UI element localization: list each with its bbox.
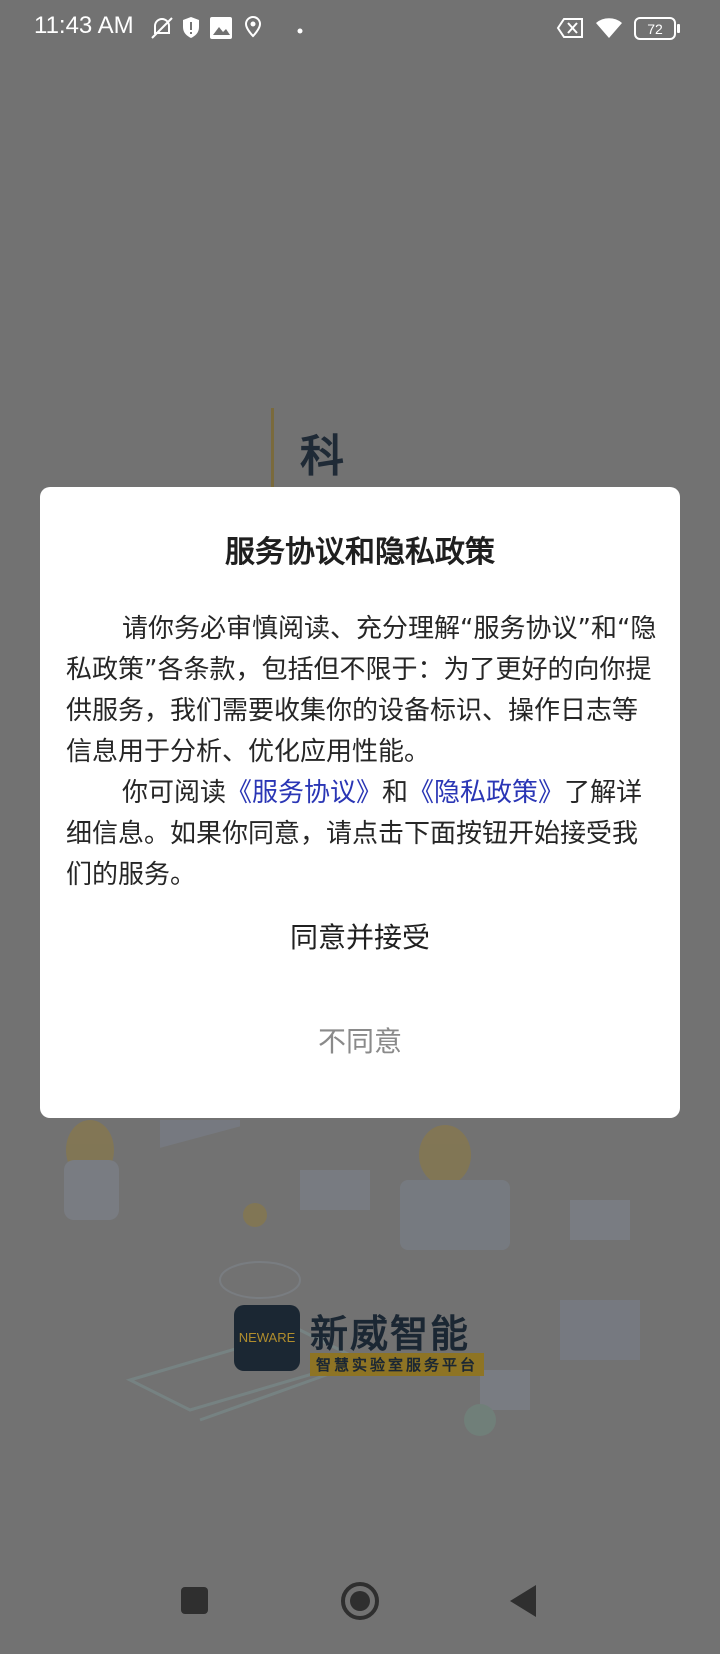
privacy-policy-link[interactable]: 《隐私政策》: [408, 778, 564, 808]
image-icon: [208, 14, 234, 47]
dialog-paragraph-2: 你可阅读《服务协议》和《隐私政策》了解详细信息。如果你同意，请点击下面按钮开始接…: [66, 773, 660, 896]
splash-title-char: 科: [300, 431, 344, 482]
privacy-dialog: 服务协议和隐私政策 请你务必审慎阅读、充分理解“服务协议”和“隐私政策”各条款，…: [40, 487, 680, 1118]
status-bar: 11:43 AM 72: [0, 0, 720, 56]
brand-tagline: 智慧实验室服务平台: [310, 1353, 485, 1376]
navigation-bar: [0, 1560, 720, 1650]
location-icon: [242, 14, 264, 47]
paragraph-2-and: 和: [382, 778, 409, 808]
dot-icon: [296, 22, 304, 40]
sim-off-icon: [556, 14, 586, 47]
home-button[interactable]: [341, 1582, 379, 1620]
shield-icon: [180, 14, 202, 47]
back-button[interactable]: [510, 1585, 536, 1617]
status-time: 11:43 AM: [34, 12, 134, 39]
dialog-paragraph-1: 请你务必审慎阅读、充分理解“服务协议”和“隐私政策”各条款，包括但不限于：为了更…: [66, 614, 657, 767]
dialog-title: 服务协议和隐私政策: [225, 535, 495, 570]
brand-name: 新威智能: [310, 1312, 471, 1356]
splash-divider: [271, 408, 274, 490]
battery-level: 72: [647, 21, 663, 37]
disagree-button[interactable]: 不同意: [40, 1017, 680, 1067]
brand-logo: NEWARE: [234, 1305, 300, 1371]
agree-button[interactable]: 同意并接受: [40, 913, 680, 963]
dialog-body: 请你务必审慎阅读、充分理解“服务协议”和“隐私政策”各条款，包括但不限于：为了更…: [66, 609, 660, 896]
service-agreement-link[interactable]: 《服务协议》: [226, 778, 382, 808]
mute-icon: [148, 14, 176, 47]
recents-button[interactable]: [181, 1587, 208, 1614]
wifi-icon: [594, 14, 624, 47]
battery-icon: 72: [634, 16, 682, 47]
paragraph-2-prefix: 你可阅读: [122, 778, 227, 808]
